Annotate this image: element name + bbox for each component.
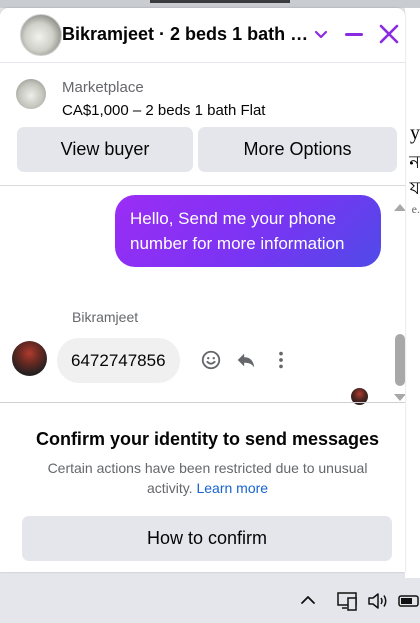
- background-page-edge: y ন য e.: [405, 8, 420, 578]
- incoming-message[interactable]: 6472747856: [57, 338, 180, 383]
- avatar[interactable]: [12, 341, 47, 376]
- view-buyer-button[interactable]: View buyer: [17, 127, 193, 172]
- more-options-button[interactable]: More Options: [198, 127, 397, 172]
- listing-price-title[interactable]: CA$1,000 – 2 beds 1 bath Flat: [62, 102, 265, 119]
- battery-icon[interactable]: [397, 590, 420, 612]
- edge-char: e.: [411, 202, 420, 216]
- top-strip: [0, 0, 420, 8]
- chat-title[interactable]: Bikramjeet · 2 beds 1 bath Flat: [62, 24, 310, 45]
- chat-header: Bikramjeet · 2 beds 1 bath Flat: [0, 8, 405, 63]
- outgoing-message[interactable]: Hello, Send me your phone number for mor…: [115, 195, 381, 267]
- how-to-confirm-button[interactable]: How to confirm: [22, 516, 392, 561]
- scrollbar-thumb[interactable]: [395, 334, 405, 386]
- chat-window: Bikramjeet · 2 beds 1 bath Flat Marketpl…: [0, 8, 405, 572]
- chevron-up-icon[interactable]: [298, 590, 318, 610]
- message-list: Hello, Send me your phone number for mor…: [0, 186, 405, 405]
- sender-name: Bikramjeet: [72, 309, 139, 325]
- scroll-up-arrow[interactable]: [393, 202, 405, 212]
- confirm-title: Confirm your identity to send messages: [35, 429, 380, 449]
- listing-thumbnail[interactable]: [16, 79, 46, 109]
- edge-char: y: [410, 122, 420, 144]
- marketplace-label: Marketplace: [62, 79, 144, 96]
- reply-icon[interactable]: [235, 349, 257, 371]
- taskbar: [0, 578, 420, 623]
- avatar[interactable]: [20, 14, 62, 56]
- identity-confirm-panel: Confirm your identity to send messages C…: [0, 402, 405, 572]
- marketplace-listing: Marketplace CA$1,000 – 2 beds 1 bath Fla…: [0, 63, 405, 186]
- chevron-down-icon[interactable]: [309, 22, 333, 46]
- close-icon[interactable]: [377, 22, 401, 46]
- minimize-icon[interactable]: [342, 22, 366, 46]
- more-vertical-icon[interactable]: [270, 349, 292, 371]
- network-icon[interactable]: [336, 590, 358, 612]
- edge-char: য: [409, 178, 420, 198]
- learn-more-link[interactable]: Learn more: [196, 480, 268, 496]
- top-strip-bar: [150, 0, 290, 3]
- confirm-description: Certain actions have been restricted due…: [30, 458, 385, 498]
- emoji-icon[interactable]: [200, 349, 222, 371]
- volume-icon[interactable]: [366, 590, 390, 612]
